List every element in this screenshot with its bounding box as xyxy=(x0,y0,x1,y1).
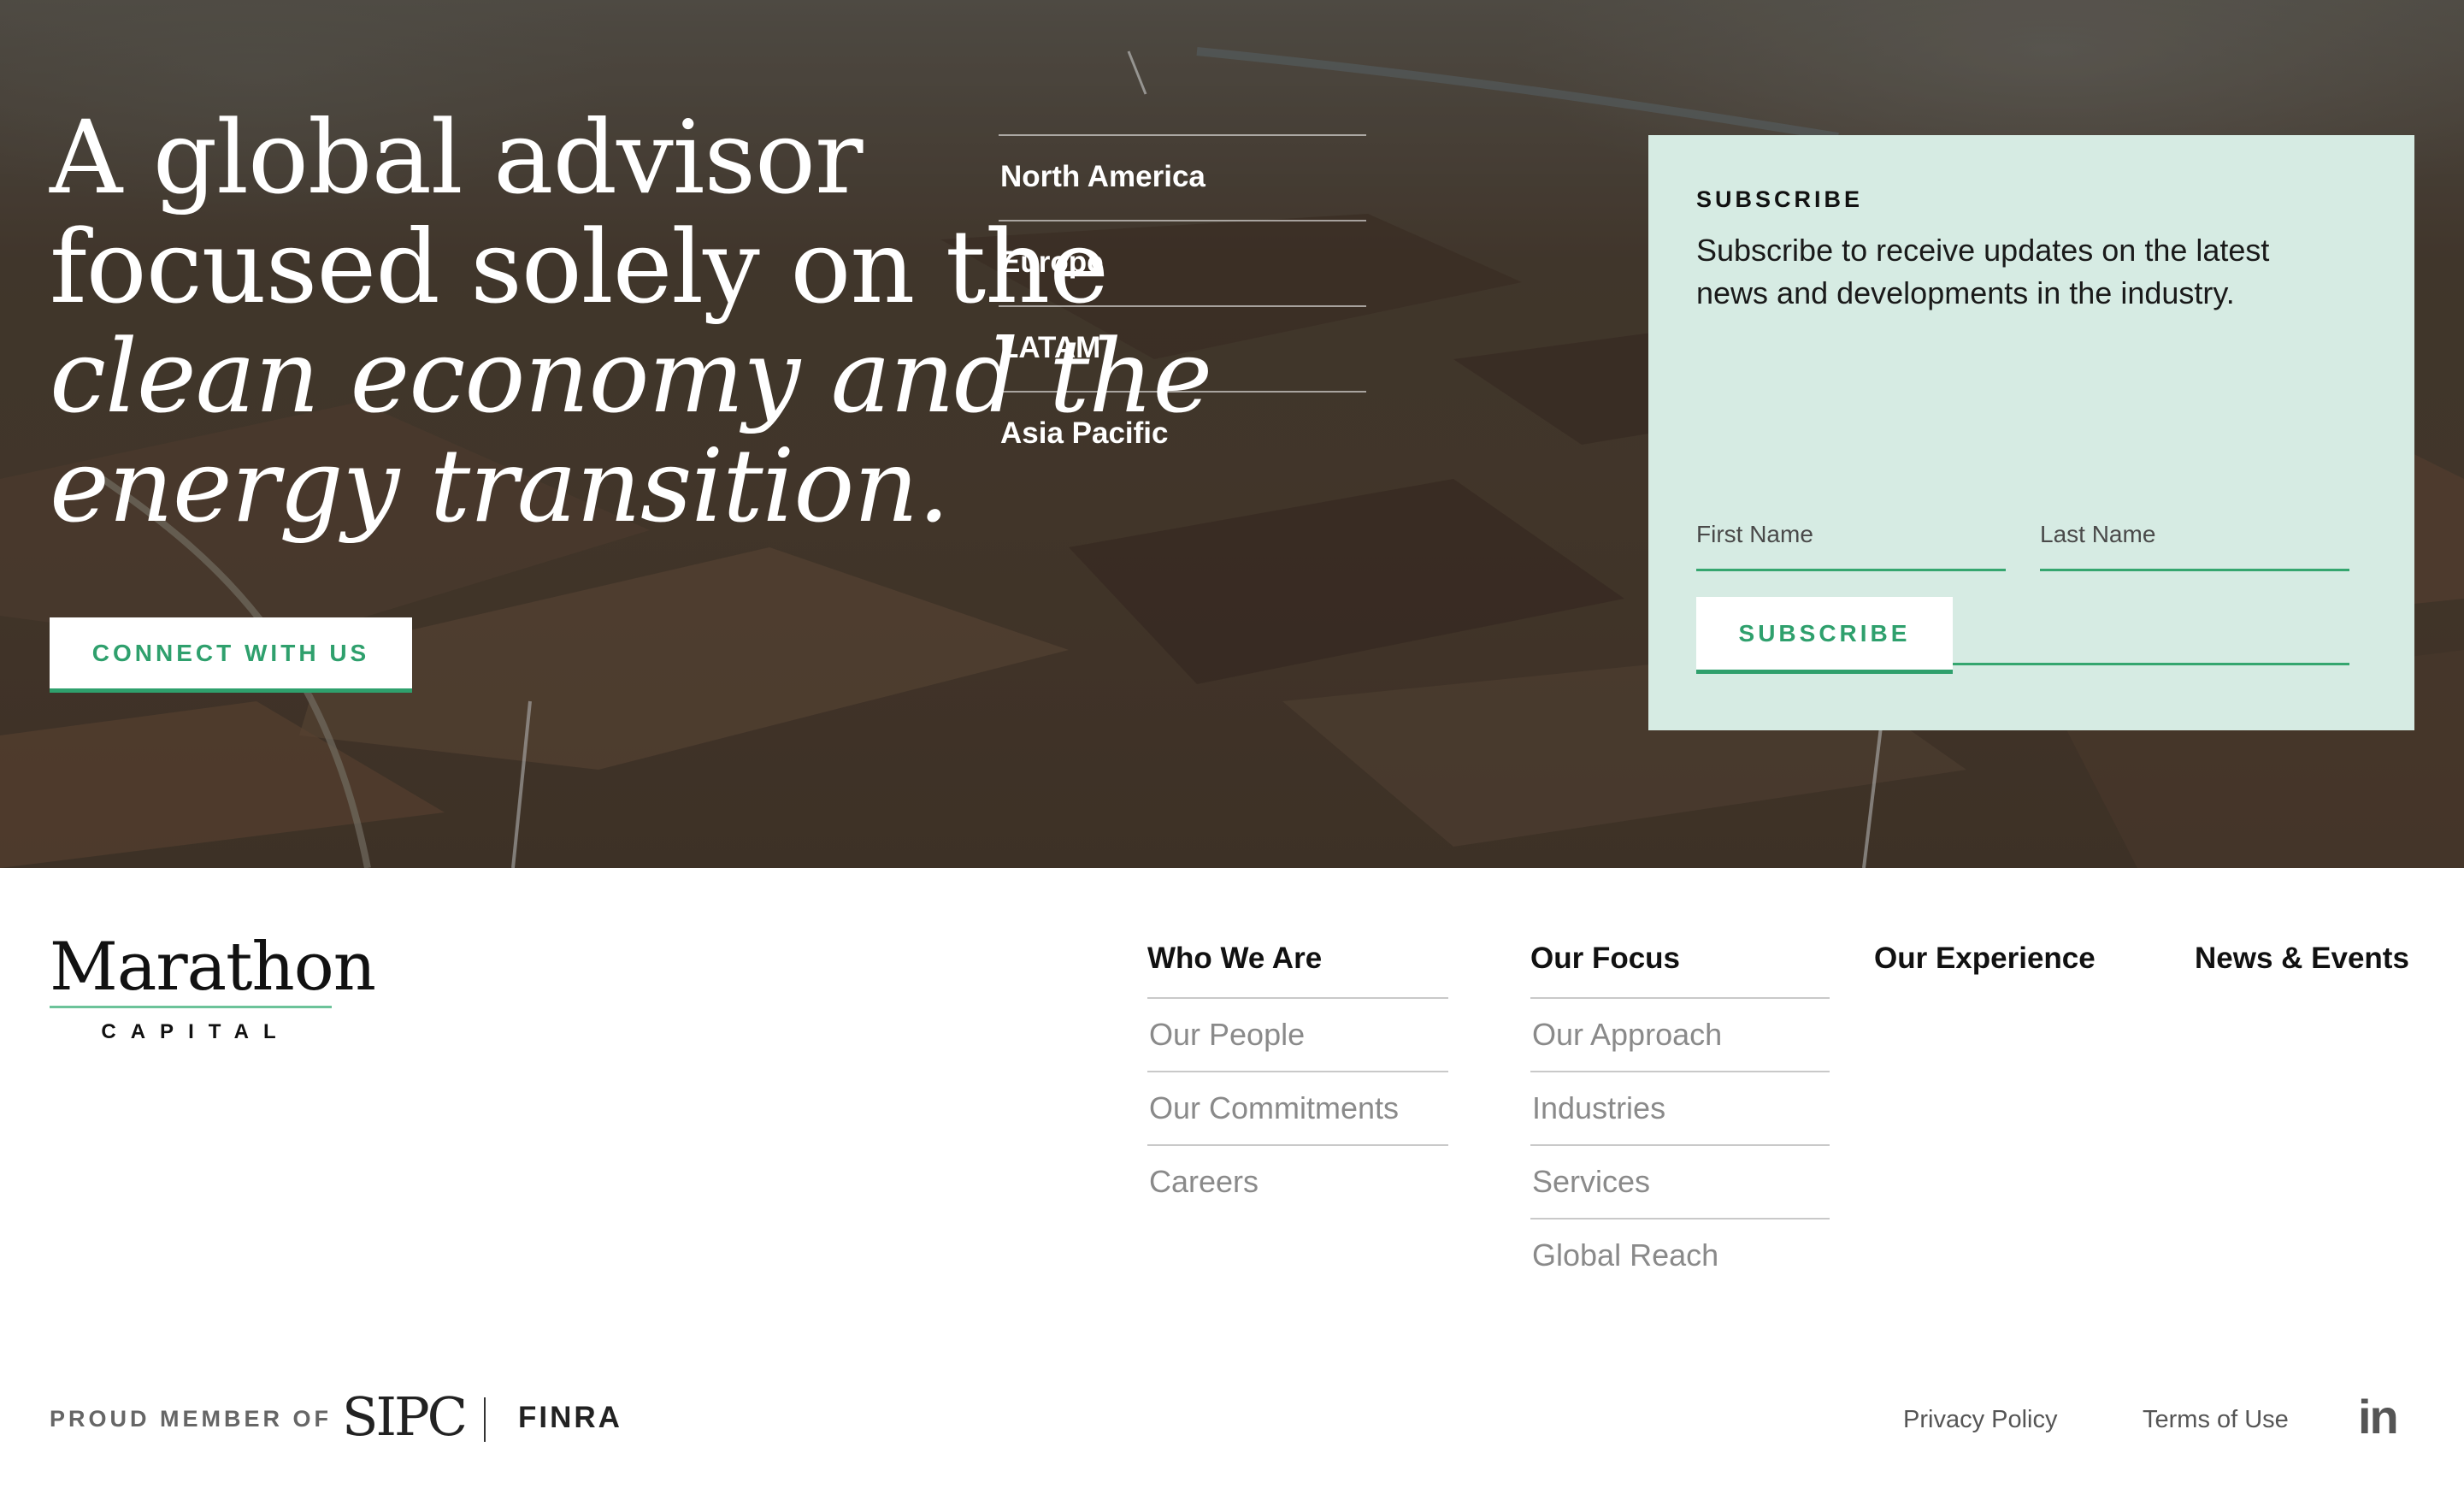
divider xyxy=(484,1397,486,1442)
hero-heading-italic-line: clean economy and the xyxy=(50,317,1212,435)
footer-col-who-we-are: Who We Are Our People Our Commitments Ca… xyxy=(1147,939,1448,1219)
footer-heading-who-we-are[interactable]: Who We Are xyxy=(1147,939,1448,999)
privacy-policy-link[interactable]: Privacy Policy xyxy=(1903,1406,2058,1434)
marathon-capital-logo[interactable]: Marathon CAPITAL xyxy=(50,932,376,1044)
hero-heading-line: A global advisor xyxy=(50,98,863,216)
footer-link-our-people[interactable]: Our People xyxy=(1147,999,1448,1072)
hero-heading-line: focused solely on the xyxy=(50,208,1109,326)
finra-logo[interactable]: FINRA xyxy=(518,1401,622,1435)
region-latam[interactable]: LATAM xyxy=(999,305,1366,391)
footer-col-our-focus: Our Focus Our Approach Industries Servic… xyxy=(1530,939,1830,1293)
subscribe-eyebrow: SUBSCRIBE xyxy=(1696,186,1864,212)
footer-col-news-events: News & Events xyxy=(2195,939,2409,999)
last-name-field[interactable] xyxy=(2040,508,2349,571)
region-north-america[interactable]: North America xyxy=(999,134,1366,220)
subscribe-card: SUBSCRIBE Subscribe to receive updates o… xyxy=(1648,135,2414,730)
footer-col-our-experience: Our Experience xyxy=(1874,939,2096,999)
footer-heading-our-focus[interactable]: Our Focus xyxy=(1530,939,1830,999)
footer-bottom-bar: PROUD MEMBER OF SIPC FINRA Privacy Polic… xyxy=(50,1385,2418,1454)
footer-link-careers[interactable]: Careers xyxy=(1147,1146,1448,1219)
footer-link-global-reach[interactable]: Global Reach xyxy=(1530,1219,1830,1293)
first-name-field[interactable] xyxy=(1696,508,2006,571)
linkedin-icon[interactable]: in xyxy=(2358,1393,2406,1441)
hero-heading-italic-line: energy transition. xyxy=(50,427,950,545)
connect-with-us-button[interactable]: CONNECT WITH US xyxy=(50,617,412,693)
subscribe-button[interactable]: SUBSCRIBE xyxy=(1696,597,1953,674)
region-list: North America Europe LATAM Asia Pacific xyxy=(999,134,1366,476)
logo-subtitle: CAPITAL xyxy=(101,1020,291,1043)
logo-wordmark: Marathon xyxy=(50,932,376,1008)
hero-heading: A global advisor focused solely on the c… xyxy=(50,98,1212,545)
region-asia-pacific[interactable]: Asia Pacific xyxy=(999,391,1366,476)
hero-section: A global advisor focused solely on the c… xyxy=(0,0,2464,868)
region-europe[interactable]: Europe xyxy=(999,220,1366,305)
footer-heading-news-events[interactable]: News & Events xyxy=(2195,939,2409,999)
footer-link-services[interactable]: Services xyxy=(1530,1146,1830,1219)
footer-link-our-commitments[interactable]: Our Commitments xyxy=(1147,1072,1448,1146)
footer-link-our-approach[interactable]: Our Approach xyxy=(1530,999,1830,1072)
footer-link-industries[interactable]: Industries xyxy=(1530,1072,1830,1146)
subscribe-description: Subscribe to receive updates on the late… xyxy=(1696,233,2270,310)
sipc-logo[interactable]: SIPC xyxy=(342,1389,468,1445)
terms-of-use-link[interactable]: Terms of Use xyxy=(2143,1406,2289,1434)
footer-heading-our-experience[interactable]: Our Experience xyxy=(1874,939,2096,999)
proud-member-label: PROUD MEMBER OF xyxy=(50,1406,332,1432)
